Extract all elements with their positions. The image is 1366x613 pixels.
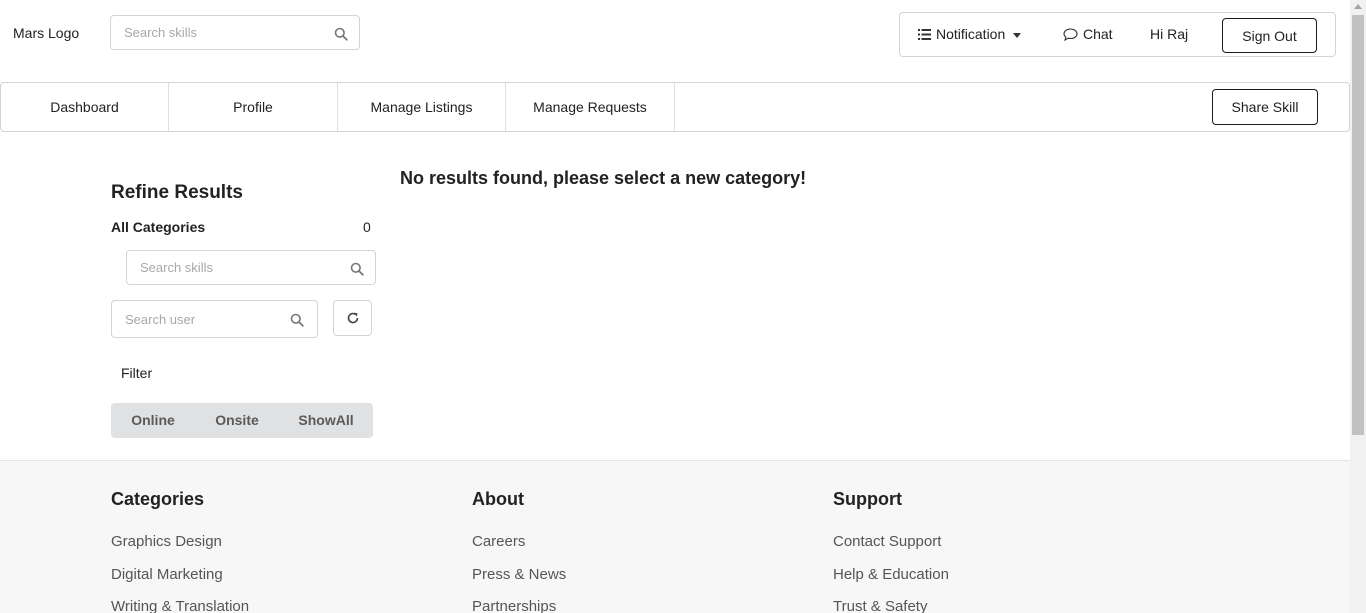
mars-logo[interactable]: Mars Logo xyxy=(13,25,79,41)
category-search-box xyxy=(126,250,376,285)
user-search-input[interactable] xyxy=(112,301,317,337)
footer-link[interactable]: Press & News xyxy=(472,566,566,583)
search-icon[interactable] xyxy=(350,262,364,276)
footer-link[interactable]: Trust & Safety xyxy=(833,598,927,613)
chat-bubble-icon xyxy=(1063,28,1078,41)
user-greeting[interactable]: Hi Raj xyxy=(1150,13,1188,56)
chat-label: Chat xyxy=(1083,26,1113,42)
tab-manage-listings[interactable]: Manage Listings xyxy=(338,83,506,131)
sign-out-button[interactable]: Sign Out xyxy=(1222,18,1317,53)
all-categories-link[interactable]: All Categories xyxy=(111,219,205,235)
list-icon xyxy=(918,28,931,40)
tab-dashboard[interactable]: Dashboard xyxy=(1,83,169,131)
footer-heading: Support xyxy=(833,489,902,509)
tab-profile[interactable]: Profile xyxy=(169,83,338,131)
no-results-message: No results found, please select a new ca… xyxy=(400,168,807,188)
footer-link[interactable]: Digital Marketing xyxy=(111,566,223,583)
main-nav: Dashboard Profile Manage Listings Manage… xyxy=(0,82,1350,132)
footer-link[interactable]: Partnerships xyxy=(472,598,556,613)
all-categories-count: 0 xyxy=(363,219,371,235)
footer-link[interactable]: Contact Support xyxy=(833,533,941,550)
search-icon[interactable] xyxy=(334,27,348,41)
footer-link[interactable]: Writing & Translation xyxy=(111,598,249,613)
notification-dropdown[interactable]: Notification xyxy=(918,13,1022,56)
user-menu: Notification Chat Hi Raj Sign Out xyxy=(899,12,1336,57)
footer-heading: About xyxy=(472,489,524,509)
filter-label: Filter xyxy=(121,365,153,381)
header-search-box xyxy=(110,15,360,50)
user-search-box xyxy=(111,300,318,338)
notification-label: Notification xyxy=(936,26,1006,42)
footer-link[interactable]: Graphics Design xyxy=(111,533,222,550)
scroll-up-arrow-icon[interactable] xyxy=(1354,4,1362,9)
footer-heading: Categories xyxy=(111,489,205,509)
chevron-down-icon xyxy=(1013,32,1022,38)
footer-link[interactable]: Help & Education xyxy=(833,566,949,583)
refine-results-heading: Refine Results xyxy=(111,182,243,203)
chat-link[interactable]: Chat xyxy=(1063,13,1113,56)
footer: Categories Graphics Design Digital Marke… xyxy=(0,460,1350,613)
tab-manage-requests[interactable]: Manage Requests xyxy=(506,83,675,131)
refresh-button[interactable] xyxy=(333,300,372,336)
filter-onsite-button[interactable]: Onsite xyxy=(195,403,279,438)
search-icon[interactable] xyxy=(290,313,304,327)
filter-showall-button[interactable]: ShowAll xyxy=(279,403,373,438)
vertical-scrollbar[interactable] xyxy=(1350,0,1366,613)
category-search-input[interactable] xyxy=(127,251,375,284)
share-skill-button[interactable]: Share Skill xyxy=(1212,89,1318,125)
filter-online-button[interactable]: Online xyxy=(111,403,195,438)
footer-link[interactable]: Careers xyxy=(472,533,525,550)
header-search-input[interactable] xyxy=(111,16,359,49)
scrollbar-thumb[interactable] xyxy=(1352,15,1364,435)
filter-button-group: Online Onsite ShowAll xyxy=(111,403,373,438)
page: Mars Logo Notification Chat Hi Raj Sign … xyxy=(0,0,1350,613)
refresh-icon xyxy=(347,312,359,324)
